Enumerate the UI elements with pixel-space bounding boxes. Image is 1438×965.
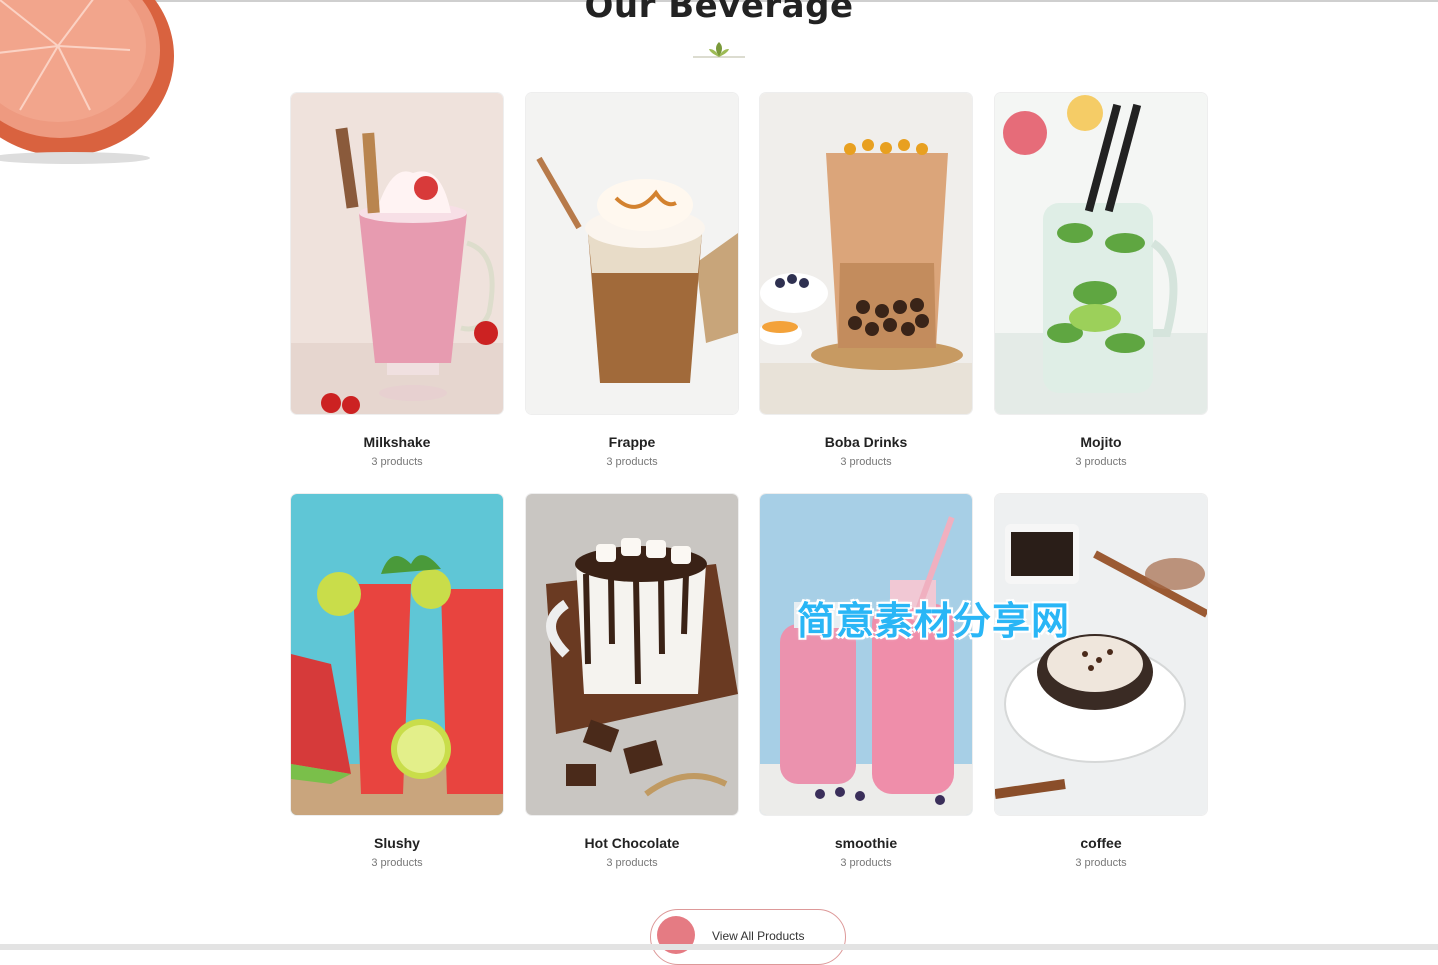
category-name: Mojito bbox=[1080, 434, 1122, 450]
category-count: 3 products bbox=[1075, 857, 1127, 869]
category-count: 3 products bbox=[1075, 456, 1127, 468]
category-name: smoothie bbox=[834, 835, 898, 851]
category-count: 3 products bbox=[371, 857, 423, 869]
category-count: 3 products bbox=[606, 857, 658, 869]
category-name: coffee bbox=[1080, 835, 1122, 851]
category-count: 3 products bbox=[371, 456, 423, 468]
frappe-photo[interactable] bbox=[526, 93, 738, 414]
bottom-divider bbox=[0, 944, 1438, 950]
category-name: Milkshake bbox=[363, 434, 431, 450]
boba-photo[interactable] bbox=[760, 93, 972, 414]
category-card-boba[interactable]: Boba Drinks 3 products bbox=[760, 93, 972, 468]
category-card-hot-chocolate[interactable]: Hot Chocolate 3 products bbox=[526, 494, 738, 869]
category-name: Frappe bbox=[608, 434, 656, 450]
category-name: Slushy bbox=[374, 835, 420, 851]
category-name: Boba Drinks bbox=[824, 434, 908, 450]
leaf-ornament-icon bbox=[693, 42, 745, 58]
watermark-text: 简意素材分享网 bbox=[797, 599, 1071, 643]
milkshake-photo[interactable] bbox=[291, 93, 503, 414]
category-count: 3 products bbox=[606, 456, 658, 468]
category-count: 3 products bbox=[840, 857, 892, 869]
smoothie-photo[interactable] bbox=[760, 494, 972, 815]
category-card-smoothie[interactable]: smoothie 3 products bbox=[760, 494, 972, 869]
category-card-milkshake[interactable]: Milkshake 3 products bbox=[291, 93, 503, 468]
category-name: Hot Chocolate bbox=[584, 835, 680, 851]
hot-chocolate-photo[interactable] bbox=[526, 494, 738, 815]
view-all-products-button[interactable]: View All Products bbox=[650, 909, 846, 965]
category-card-coffee[interactable]: coffee 3 products bbox=[995, 494, 1207, 869]
section-title: Our Beverage bbox=[584, 0, 854, 26]
category-count: 3 products bbox=[840, 456, 892, 468]
slushy-photo[interactable] bbox=[291, 494, 503, 815]
category-card-slushy[interactable]: Slushy 3 products bbox=[291, 494, 503, 869]
mojito-photo[interactable] bbox=[995, 93, 1207, 414]
coffee-photo[interactable] bbox=[995, 494, 1207, 815]
category-card-mojito[interactable]: Mojito 3 products bbox=[995, 93, 1207, 468]
view-all-label: View All Products bbox=[712, 929, 805, 943]
category-card-frappe[interactable]: Frappe 3 products bbox=[526, 93, 738, 468]
